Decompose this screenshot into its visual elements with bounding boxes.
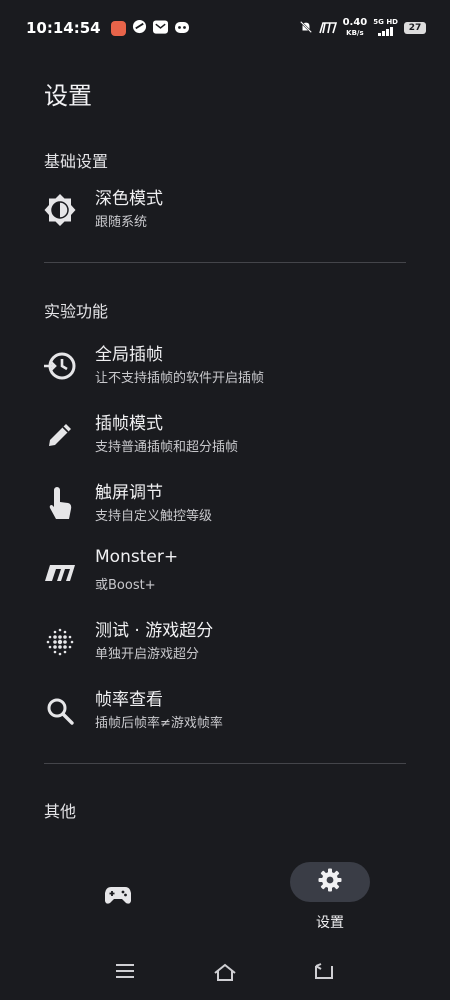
network-speed-unit: KB/s <box>346 29 364 37</box>
nav-item-settings[interactable] <box>290 862 370 902</box>
setting-item-global-frame[interactable]: 全局插帧 让不支持插帧的软件开启插帧 <box>40 340 420 402</box>
gamepad-icon <box>104 887 132 910</box>
setting-subtitle: 插帧后帧率≠游戏帧率 <box>95 716 223 731</box>
setting-subtitle: 让不支持插帧的软件开启插帧 <box>95 371 265 386</box>
monster-status-icon <box>318 19 337 38</box>
network-speed-value: 0.40 <box>342 17 368 28</box>
divider <box>44 262 406 263</box>
gear-icon <box>318 868 342 896</box>
menu-icon[interactable] <box>114 962 136 984</box>
page-title: 设置 <box>44 82 92 110</box>
setting-item-fps-view[interactable]: 帧率查看 插帧后帧率≠游戏帧率 <box>40 685 420 747</box>
setting-item-game-upscale[interactable]: 测试 · 游戏超分 单独开启游戏超分 <box>40 616 420 678</box>
network-type: 5G HD <box>373 18 398 26</box>
system-navigation-bar <box>0 950 450 996</box>
setting-title: Monster+ <box>95 547 179 567</box>
bottom-navigation: 设置 <box>0 846 450 946</box>
battery-indicator: 27 <box>404 22 426 34</box>
setting-title: 帧率查看 <box>95 690 163 710</box>
section-header-other: 其他 <box>44 802 77 821</box>
home-icon[interactable] <box>212 962 238 986</box>
setting-item-frame-mode[interactable]: 插帧模式 支持普通插帧和超分插帧 <box>40 409 420 471</box>
dots-grid-icon <box>40 622 80 662</box>
signal-bars-icon <box>377 27 393 36</box>
global-frame-icon <box>40 346 80 386</box>
status-time: 10:14:54 <box>26 19 101 37</box>
setting-item-dark-mode[interactable]: 深色模式 跟随系统 <box>40 184 420 246</box>
section-header-experimental: 实验功能 <box>44 302 109 321</box>
nav-item-games[interactable] <box>104 884 132 910</box>
setting-subtitle: 支持普通插帧和超分插帧 <box>95 440 239 455</box>
section-header-basic: 基础设置 <box>44 152 109 171</box>
pencil-icon <box>40 415 80 455</box>
bot-icon <box>174 19 190 38</box>
status-bar: 10:14:54 0.40 KB/s 5G HD 27 <box>0 0 450 56</box>
setting-title: 插帧模式 <box>95 414 163 434</box>
app-notification-icon <box>110 20 126 36</box>
setting-title: 深色模式 <box>95 189 163 209</box>
setting-title: 全局插帧 <box>95 345 163 365</box>
setting-item-monster[interactable]: Monster+ 或Boost+ <box>40 547 420 609</box>
setting-subtitle: 单独开启游戏超分 <box>95 647 200 662</box>
dark-mode-icon <box>40 190 80 230</box>
touch-icon <box>40 484 80 524</box>
back-icon[interactable] <box>312 962 336 986</box>
sync-icon <box>132 19 147 38</box>
network-speed: 0.40 KB/s <box>343 18 368 38</box>
divider <box>44 763 406 764</box>
setting-item-touch[interactable]: 触屏调节 支持自定义触控等级 <box>40 478 420 540</box>
monster-logo-icon <box>40 553 80 593</box>
search-icon <box>40 691 80 731</box>
setting-title: 触屏调节 <box>95 483 163 503</box>
setting-subtitle: 跟随系统 <box>95 215 148 230</box>
mail-icon <box>152 19 168 38</box>
signal-indicator: 5G HD <box>373 17 398 39</box>
mute-icon <box>299 19 313 38</box>
setting-subtitle: 或Boost+ <box>95 578 156 593</box>
setting-subtitle: 支持自定义触控等级 <box>95 509 213 524</box>
setting-title: 测试 · 游戏超分 <box>95 621 214 641</box>
nav-label-settings: 设置 <box>316 915 344 931</box>
